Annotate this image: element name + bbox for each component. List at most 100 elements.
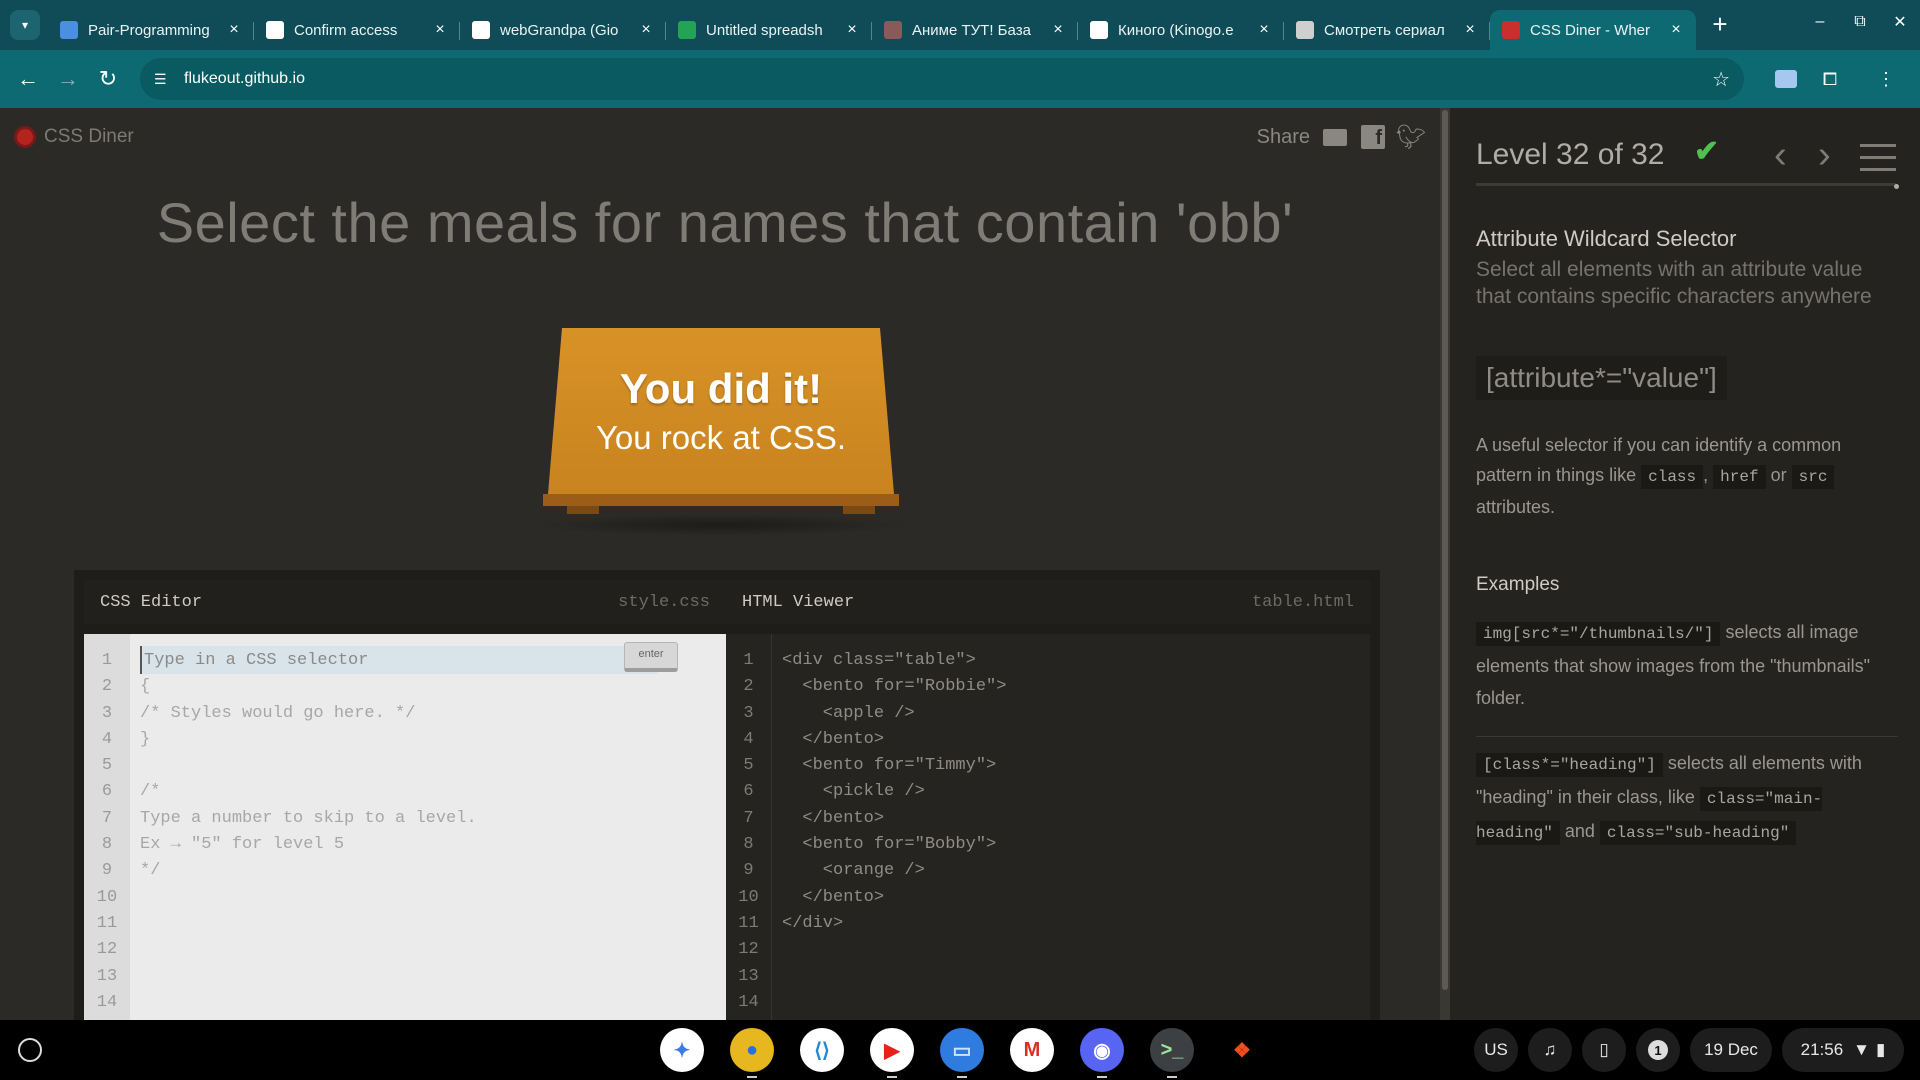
close-icon[interactable]: ✕ [1880,12,1920,32]
browser-tab[interactable]: Confirm access × [254,10,460,50]
line-number: 12 [96,940,118,960]
tab-title: Смотреть сериал [1324,21,1445,39]
line-number: 4 [101,729,113,749]
code-line: } [140,729,151,749]
browser-tab[interactable]: webGrandpa (Gio × [460,10,666,50]
tab-close-icon[interactable]: × [1050,21,1066,39]
code-line: <div class="table"> [782,651,976,670]
enter-button[interactable]: enter [624,642,678,672]
app-glyph: >_ [1160,1038,1184,1061]
tab-close-icon[interactable]: × [226,21,242,39]
html-viewer-filename: table.html [1251,592,1354,612]
reload-button[interactable]: ↻ [88,66,128,92]
example-code: img[src*="/thumbnails/"] [1476,622,1721,646]
next-level-icon[interactable]: › [1818,134,1831,177]
email-share-icon[interactable] [1322,124,1348,150]
code-line: */ [140,861,161,881]
back-button[interactable]: ← [8,66,48,92]
status-area[interactable]: 21:56 ▼ ▮ [1782,1028,1904,1072]
gmail-icon[interactable]: M [1010,1028,1054,1072]
media-controls-icon[interactable]: ♫ [1528,1028,1572,1072]
css-diner-page: CSS Diner Share f 🐦︎ Select the meals fo… [0,108,1920,1020]
level-sidebar: Level 32 of 32 ✔ ‹ › Attribute Wildcard … [1450,108,1920,1020]
tab-close-icon[interactable]: × [638,21,654,39]
vscode-icon[interactable]: ⟨⟩ [800,1028,844,1072]
css-selector-input[interactable] [140,646,658,674]
css-editor-header: CSS Editor style.css [84,580,726,624]
notification-count[interactable]: 1 [1636,1028,1680,1072]
restore-icon[interactable]: ⧉ [1840,13,1880,31]
date-display[interactable]: 19 Dec [1690,1028,1772,1072]
tab-close-icon[interactable]: × [844,21,860,39]
line-number: 3 [743,703,754,723]
terminal-icon[interactable]: >_ [1150,1028,1194,1078]
figma-icon[interactable]: ❖ [1220,1028,1264,1072]
twitter-share-icon[interactable]: 🐦︎ [1396,124,1426,151]
browser-tab[interactable]: CSS Diner - Wher × [1490,10,1696,50]
selector-syntax: [attribute*="value"] [1476,356,1727,400]
line-number: 2 [743,677,754,697]
level-menu-icon[interactable] [1860,144,1896,180]
win-title: You did it! [619,365,823,412]
browser-tab[interactable]: Аниме ТУТ! База × [872,10,1078,50]
youtube-icon[interactable]: ▶ [870,1028,914,1078]
hint-text: attributes. [1476,497,1556,517]
monitor-icon [60,21,78,39]
line-number: 6 [101,782,113,802]
table-surface: You did it! You rock at CSS. [548,328,894,494]
extensions-puzzle-icon[interactable]: ⧠ [1808,69,1852,90]
tab-close-icon[interactable]: × [432,21,448,39]
new-tab-button[interactable]: + [1702,6,1738,42]
html-code-area: <div class="table"> <bento for="Robbie">… [772,634,1370,1020]
site-logo[interactable]: CSS Diner [14,126,134,148]
example-item: img[src*="/thumbnails/"] selects all ima… [1476,616,1898,714]
phone-hub-icon[interactable]: ▯ [1582,1028,1626,1072]
files-icon[interactable]: ▭ [940,1028,984,1078]
bookmark-star-icon[interactable]: ☆ [1712,67,1730,92]
previous-level-icon[interactable]: ‹ [1774,134,1787,177]
browser-menu-icon[interactable]: ⋮ [1864,69,1908,90]
launcher-icon[interactable] [18,1038,42,1062]
minimize-icon[interactable]: – [1800,13,1840,31]
site-info-icon[interactable]: ☰ [154,71,184,88]
tab-close-icon[interactable]: × [1668,21,1684,39]
page-scrollbar[interactable] [1440,108,1450,1020]
browser-tab[interactable]: Киного (Kinogo.e × [1078,10,1284,50]
selector-description: Select all elements with an attribute va… [1476,258,1872,308]
tab-list: Pair-Programming × Confirm access × webGrand… [48,0,1696,50]
line-number: 14 [96,992,118,1012]
line-number: 10 [96,887,118,907]
tab-close-icon[interactable]: × [1462,21,1478,39]
browser-tab[interactable]: Untitled spreadsh × [666,10,872,50]
app-glyph: M [1023,1038,1041,1061]
discord-icon[interactable]: ◉ [1080,1028,1124,1078]
chrome-icon[interactable]: ● [730,1028,774,1078]
html-viewer: HTML Viewer table.html 1 2 3 4 5 6 7 8 9 10 11 12 13… [726,580,1370,1020]
browser-tab[interactable]: Смотреть сериал × [1284,10,1490,50]
app-glyph: ● [745,1038,759,1061]
tab-title: Untitled spreadsh [706,21,823,39]
translate-extension-icon[interactable] [1764,70,1808,88]
app-glyph: ▭ [952,1039,972,1062]
app-glyph: ◉ [1093,1039,1111,1062]
level-progress [1894,184,1899,189]
line-number: 5 [743,756,754,776]
line-number: 3 [101,703,113,723]
browser-tab[interactable]: Pair-Programming × [48,10,254,50]
line-number: 7 [101,808,113,828]
tab-close-icon[interactable]: × [1256,21,1272,39]
facebook-share-icon[interactable]: f [1360,124,1386,150]
code-line: <bento for="Robbie"> [782,677,1007,697]
tab-search-button[interactable]: ▾ [10,10,40,40]
selector-hint: A useful selector if you can identify a … [1476,430,1896,522]
input-language[interactable]: US [1474,1028,1518,1072]
gemini-icon[interactable]: ✦ [660,1028,704,1072]
completed-check-icon: ✔ [1694,135,1720,168]
forward-button[interactable]: → [48,66,88,92]
address-bar[interactable]: ☰ flukeout.github.io ☆ [140,58,1744,100]
hint-code: src [1791,465,1835,489]
selector-name: Attribute Wildcard Selector [1476,226,1737,251]
diner-icon [1502,21,1520,39]
